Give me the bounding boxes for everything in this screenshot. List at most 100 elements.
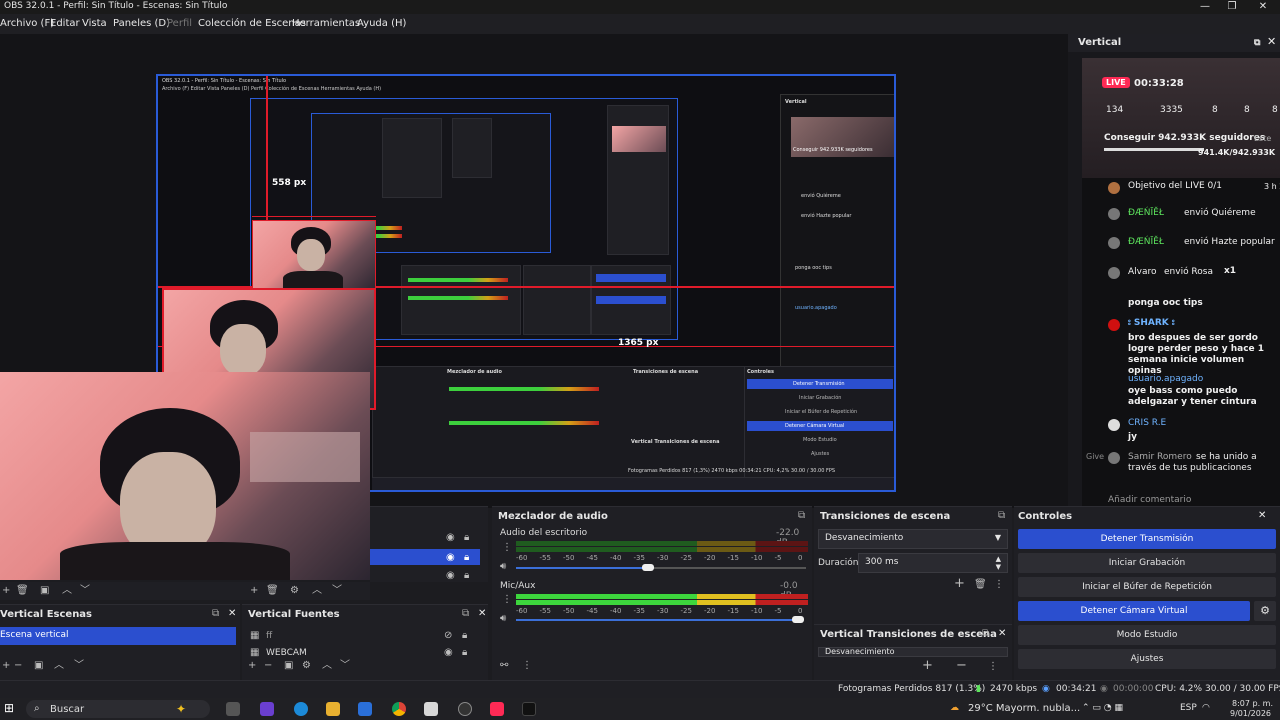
store-icon[interactable] [424,702,438,716]
duration-input[interactable]: 300 ms ▲ ▼ [858,553,1008,573]
comment-input[interactable]: Añadir comentario [1108,495,1191,505]
more-vert-icon[interactable]: ⋮ [502,595,512,605]
down-icon[interactable]: ﹀ [74,661,84,671]
eye-icon[interactable]: ◉ [446,533,455,543]
obs-icon[interactable] [458,702,472,716]
float-icon[interactable]: ⧉ [982,628,989,639]
mail-icon[interactable] [358,702,372,716]
volume-slider-knob[interactable] [642,564,654,571]
eye-icon[interactable]: ◉ [444,648,453,658]
chrome-icon[interactable] [392,702,406,716]
more-vert-icon[interactable]: ⋮ [522,661,532,671]
start-recording-button[interactable]: Iniciar Grabación [1018,553,1276,573]
vertical-live-preview[interactable]: LIVE 00:33:28 134 3335 8 8 8 Conseguir 9… [1082,58,1280,522]
add-icon[interactable]: + [2,661,10,671]
tiktok-live-icon[interactable] [490,702,504,716]
hidden-eye-icon[interactable]: ⊘ [444,631,452,641]
menu-paneles[interactable]: Paneles (D) [113,18,170,29]
search-box[interactable]: ⌕ Buscar ✦ [26,700,210,718]
up-icon[interactable]: ︿ [54,661,64,671]
tiktok-icon[interactable] [522,702,536,716]
stop-streaming-button[interactable]: Detener Transmisión [1018,529,1276,549]
folder-icon[interactable] [326,702,340,716]
virtual-camera-settings-button[interactable]: ⚙ [1254,601,1276,621]
windows-start-icon[interactable]: ⊞ [4,702,14,714]
studio-mode-button[interactable]: Modo Estudio [1018,625,1276,645]
transition-select[interactable]: Desvanecimiento ▼ [818,529,1008,549]
menu-editar[interactable]: Editar [50,18,80,29]
float-icon[interactable]: ⧉ [998,510,1005,521]
remove-icon[interactable]: − [264,661,272,671]
menu-coleccion[interactable]: Colección de Escenas [198,18,306,29]
volume-slider-knob[interactable] [792,616,804,623]
lock-icon[interactable]: 🔒︎ [464,553,469,563]
gear-icon[interactable]: ⚙ [290,586,299,596]
preview-webcam-small[interactable] [252,220,376,292]
webcam-overlay[interactable] [0,372,370,580]
menu-ayuda[interactable]: Ayuda (H) [357,18,406,29]
down-icon[interactable]: ﹀ [332,586,342,596]
config-icon[interactable]: ▣ [34,661,43,671]
add-icon[interactable]: + [250,586,258,596]
menu-vista[interactable]: Vista [82,18,107,29]
lock-icon[interactable]: 🔒︎ [462,648,467,658]
close-icon[interactable]: ✕ [478,608,486,619]
gear-icon[interactable]: ⚙ [302,661,311,671]
volume-icon[interactable]: 🔊︎ [500,562,506,572]
add-icon[interactable]: + [954,577,965,590]
float-icon[interactable]: ⧉ [462,608,469,619]
add-icon[interactable]: + [922,659,933,672]
lock-icon[interactable]: 🔒︎ [462,631,467,641]
preview-area[interactable]: OBS 32.0.1 - Perfil: Sin Título - Escena… [0,34,1068,580]
link-icon[interactable]: ⚯ [500,661,508,671]
add-icon[interactable]: + [248,661,256,671]
weather-text[interactable]: 29°C Mayorm. nubla... [968,703,1080,714]
scene-item-selected[interactable]: Escena vertical [0,627,236,645]
tray-icons[interactable]: ⌃ ▭ ◔ ▦ [1082,703,1123,713]
close-icon[interactable]: ✕ [998,628,1006,639]
down-icon[interactable]: ﹀ [340,661,350,671]
menu-perfil[interactable]: Perfil [167,18,192,29]
close-icon[interactable]: ✕ [1258,510,1266,521]
source-item-label[interactable]: WEBCAM [266,648,307,658]
volume-icon[interactable]: 🔊︎ [500,614,506,624]
float-icon[interactable]: ⧉ [212,608,219,619]
remove-icon[interactable]: − [956,659,967,672]
app-icon[interactable] [260,702,274,716]
remove-icon[interactable]: − [14,661,22,671]
menu-herramientas[interactable]: Herramientas [292,18,360,29]
config-icon[interactable]: ▣ [40,586,49,596]
wifi-icon[interactable]: ◠ [1202,703,1210,713]
task-view-icon[interactable] [226,702,240,716]
replay-buffer-button[interactable]: Iniciar el Búfer de Repetición [1018,577,1276,597]
up-icon[interactable]: ︿ [312,586,322,596]
up-icon[interactable]: ︿ [62,586,72,596]
config-icon[interactable]: ▣ [284,661,293,671]
language[interactable]: ESP [1180,703,1197,713]
trash-icon[interactable]: 🗑︎ [974,580,987,590]
more-vert-icon[interactable]: ⋮ [988,662,998,672]
add-icon[interactable]: + [2,586,10,596]
float-icon[interactable]: ⧉ [798,510,805,521]
lock-icon[interactable]: 🔒︎ [464,533,469,543]
settings-button[interactable]: Ajustes [1018,649,1276,669]
eye-icon[interactable]: ◉ [446,553,455,563]
more-vert-icon[interactable]: ⋮ [502,543,512,553]
trash-icon[interactable]: 🗑︎ [16,586,29,596]
lock-icon[interactable]: 🔒︎ [464,571,469,581]
eye-icon[interactable]: ◉ [446,571,455,581]
trash-icon[interactable]: 🗑︎ [266,586,279,596]
close-icon[interactable]: ✕ [1267,36,1276,47]
stop-virtual-camera-button[interactable]: Detener Cámara Virtual [1018,601,1250,621]
down-icon[interactable]: ﹀ [80,586,90,596]
vertical-transition-select[interactable]: Desvanecimiento [818,647,1008,657]
menu-archivo[interactable]: Archivo (F) [0,18,54,29]
maximize-button[interactable]: ❐ [1215,0,1249,14]
edge-icon[interactable] [294,702,308,716]
close-button[interactable]: ✕ [1246,0,1280,14]
stepper-icon[interactable]: ▲ ▼ [996,555,1001,571]
float-icon[interactable]: ⧉ [1254,38,1260,48]
more-vert-icon[interactable]: ⋮ [994,580,1004,590]
source-item-label[interactable]: ff [266,631,272,641]
up-icon[interactable]: ︿ [322,661,332,671]
